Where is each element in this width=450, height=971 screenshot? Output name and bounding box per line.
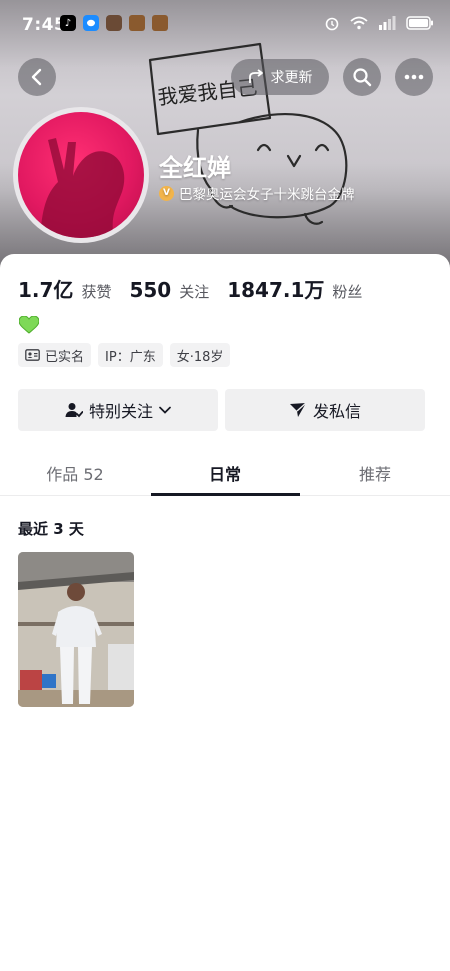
- chevron-down-icon: [159, 406, 171, 414]
- action-buttons: 特别关注 发私信: [18, 389, 425, 431]
- followers-count[interactable]: 1847.1万: [227, 274, 324, 303]
- search-icon: [353, 68, 372, 87]
- request-update-button[interactable]: 求更新: [231, 59, 329, 95]
- profile-name: 全红婵: [159, 154, 231, 182]
- stats-row: 1.7亿 获赞 550 关注 1847.1万 粉丝: [18, 274, 372, 303]
- message-icon: [83, 15, 99, 31]
- tiktok-icon: ♪: [60, 15, 76, 31]
- send-message-label: 发私信: [312, 402, 361, 421]
- tag-gender-age-label: 女·18岁: [176, 349, 224, 365]
- send-message-button[interactable]: 发私信: [225, 389, 425, 431]
- chevron-left-icon: [31, 68, 42, 86]
- bio-green-heart-icon: [18, 315, 40, 338]
- tag-ip: IP：广东: [98, 343, 163, 367]
- verified-badge-icon: V: [159, 185, 174, 201]
- status-bar: 7:45 ♪: [0, 0, 450, 50]
- video-thumbnail[interactable]: [18, 552, 134, 707]
- share-arrow-icon: [248, 69, 263, 83]
- tag-ip-label: IP：广东: [105, 349, 156, 365]
- user-follow-icon: [65, 403, 83, 418]
- tab-daily[interactable]: 日常: [150, 450, 300, 496]
- alarm-icon: [325, 17, 339, 31]
- special-follow-label: 特别关注: [88, 402, 153, 421]
- app-avatar-icon: [106, 15, 122, 31]
- following-count[interactable]: 550: [129, 278, 171, 302]
- id-card-icon: [25, 349, 40, 361]
- thumbnail-image: [18, 552, 134, 707]
- app-avatar-icon: [129, 15, 145, 31]
- app-avatar-icon: [152, 15, 168, 31]
- back-button[interactable]: [18, 58, 56, 96]
- avatar-silhouette: [40, 138, 125, 238]
- request-update-label: 求更新: [270, 70, 313, 86]
- system-icons: [324, 15, 434, 31]
- special-follow-button[interactable]: 特别关注: [18, 389, 218, 431]
- wifi-icon: [350, 16, 368, 30]
- tab-recommended[interactable]: 推荐: [300, 450, 450, 495]
- profile-tags: 已实名 IP：广东 女·18岁: [18, 343, 231, 367]
- battery-icon: [406, 16, 433, 30]
- search-button[interactable]: [343, 58, 381, 96]
- verification-text: 巴黎奥运会女子十米跳台金牌: [179, 187, 355, 203]
- tag-gender-age: 女·18岁: [169, 343, 231, 367]
- avatar[interactable]: [18, 112, 144, 238]
- likes-count: 1.7亿: [18, 278, 74, 302]
- likes-label: 获赞: [81, 283, 112, 301]
- section-title: 最近 3 天: [18, 520, 84, 538]
- tab-works[interactable]: 作品 52: [0, 450, 150, 495]
- content-tabs: 作品 52 日常 推荐: [0, 450, 450, 496]
- verification-line: V 巴黎奥运会女子十米跳台金牌: [159, 183, 355, 203]
- more-dots-icon: [404, 74, 424, 80]
- send-plane-icon: [289, 402, 307, 417]
- signal-icon: [379, 16, 396, 30]
- more-button[interactable]: [395, 58, 433, 96]
- profile-sheet: 1.7亿 获赞 550 关注 1847.1万 粉丝 已实名 IP：广东 女·18…: [0, 254, 450, 971]
- followers-label[interactable]: 粉丝: [332, 281, 362, 302]
- tag-real-name-label: 已实名: [45, 349, 85, 365]
- following-label[interactable]: 关注: [179, 281, 209, 302]
- notification-icons: ♪: [60, 15, 168, 31]
- tag-real-name: 已实名: [18, 343, 92, 367]
